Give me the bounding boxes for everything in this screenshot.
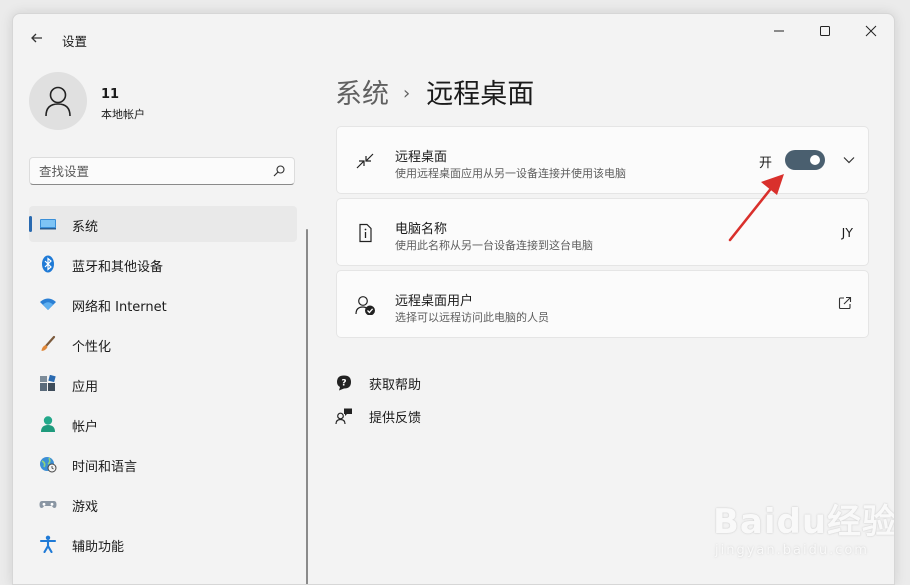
annotation-arrow-icon: [728, 174, 784, 242]
